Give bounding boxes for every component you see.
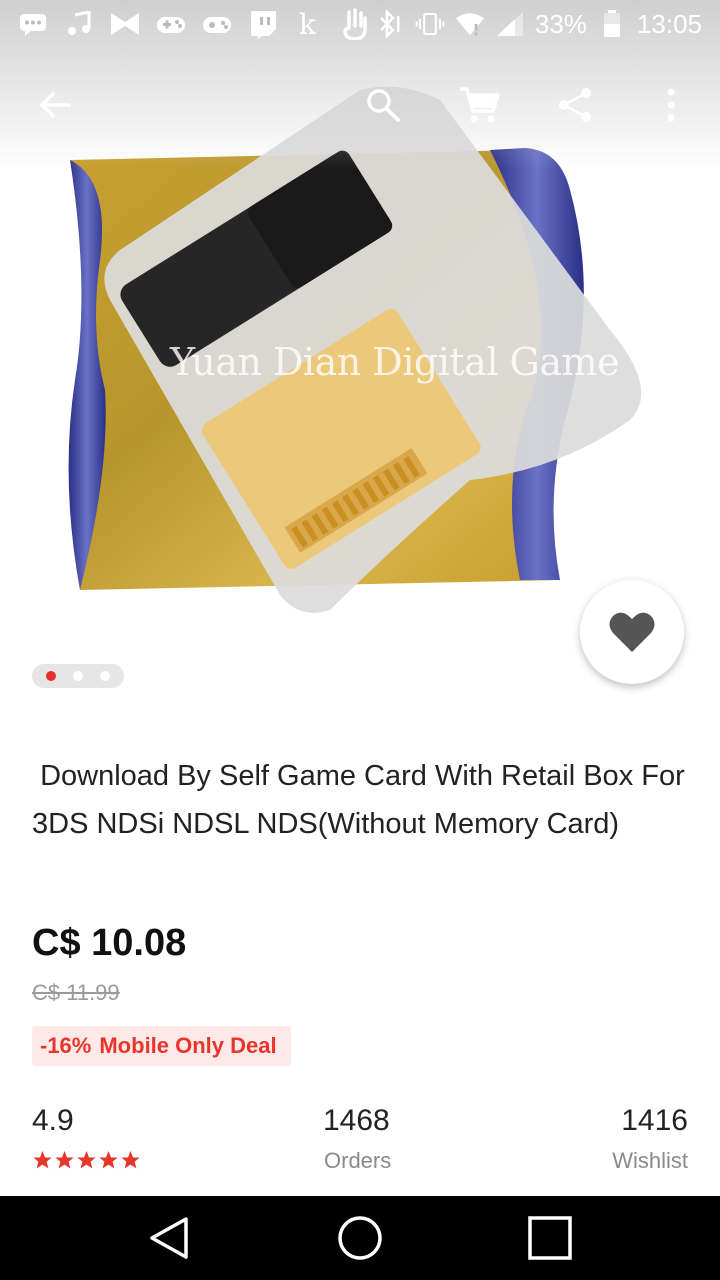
back-button[interactable]: [32, 82, 78, 128]
home-circle-icon: [338, 1216, 382, 1260]
hand-icon: [340, 8, 370, 40]
image-watermark: Yuan Dian Digital Game: [170, 340, 620, 384]
product-stats: 4.9 1468 Orders 1416 Wishlist: [32, 1100, 688, 1180]
pager-dot-2[interactable]: [72, 671, 83, 681]
share-button[interactable]: [552, 82, 598, 128]
nav-home-button[interactable]: [336, 1214, 384, 1262]
twitch-icon: [248, 11, 278, 39]
cart-button[interactable]: [456, 82, 502, 128]
system-status: 33% 13:05: [375, 9, 702, 40]
wishlist-label: Wishlist: [612, 1148, 688, 1173]
pager-dot-3[interactable]: [99, 671, 110, 681]
battery-icon: [597, 10, 627, 37]
star-icon: [33, 1150, 52, 1169]
music-icon: [64, 11, 94, 37]
deal-label: Mobile Only Deal: [99, 1033, 277, 1058]
back-arrow-icon: [39, 92, 71, 118]
bluetooth-icon: [375, 10, 405, 38]
svg-text:k: k: [299, 10, 317, 38]
add-to-wishlist-button[interactable]: [580, 580, 684, 684]
search-icon: [367, 89, 400, 122]
deal-badge: -16% Mobile Only Deal: [32, 1026, 291, 1066]
search-button[interactable]: [360, 82, 406, 128]
cart-icon: [460, 87, 500, 123]
back-triangle-icon: [150, 1217, 188, 1259]
rating-value: 4.9: [32, 1104, 74, 1137]
star-icon: [121, 1150, 140, 1169]
clock: 13:05: [636, 8, 702, 39]
more-options-button[interactable]: [648, 82, 694, 128]
product-title: Download By Self Game Card With Retail B…: [32, 760, 693, 840]
gamepad-alt-icon: [202, 11, 232, 37]
more-vert-icon: [667, 88, 675, 122]
signal-icon: [495, 11, 525, 37]
star-icon: [99, 1150, 118, 1169]
k-icon: k: [294, 10, 324, 38]
star-icon: [55, 1150, 74, 1169]
app-toolbar: [0, 64, 720, 144]
chat-icon: [18, 11, 48, 37]
vibrate-icon: [415, 11, 445, 37]
rating-stars: [32, 1150, 141, 1170]
nav-back-button[interactable]: [146, 1214, 194, 1262]
current-price: C$ 10.08: [32, 922, 187, 964]
orders-label: Orders: [324, 1148, 392, 1173]
bowtie-icon: [110, 11, 140, 37]
nav-recents-button[interactable]: [526, 1214, 574, 1262]
heart-icon: [609, 612, 655, 652]
orders-count: 1468: [323, 1104, 390, 1137]
system-nav-bar: [0, 1196, 720, 1280]
pager-dot-1[interactable]: [46, 671, 57, 681]
star-icon: [77, 1150, 96, 1169]
gallery-pager[interactable]: [32, 664, 124, 688]
battery-percent: 33%: [534, 8, 587, 39]
status-bar: k 33% 13:05: [0, 0, 720, 48]
recents-square-icon: [528, 1216, 572, 1260]
gamepad-icon: [156, 11, 186, 37]
original-price: C$ 11.99: [32, 980, 120, 1005]
wishlist-count: 1416: [621, 1104, 688, 1137]
wifi-icon: [455, 11, 485, 37]
notification-icons: k: [18, 8, 370, 40]
discount-percent: -16%: [40, 1033, 92, 1058]
share-icon: [559, 88, 591, 122]
